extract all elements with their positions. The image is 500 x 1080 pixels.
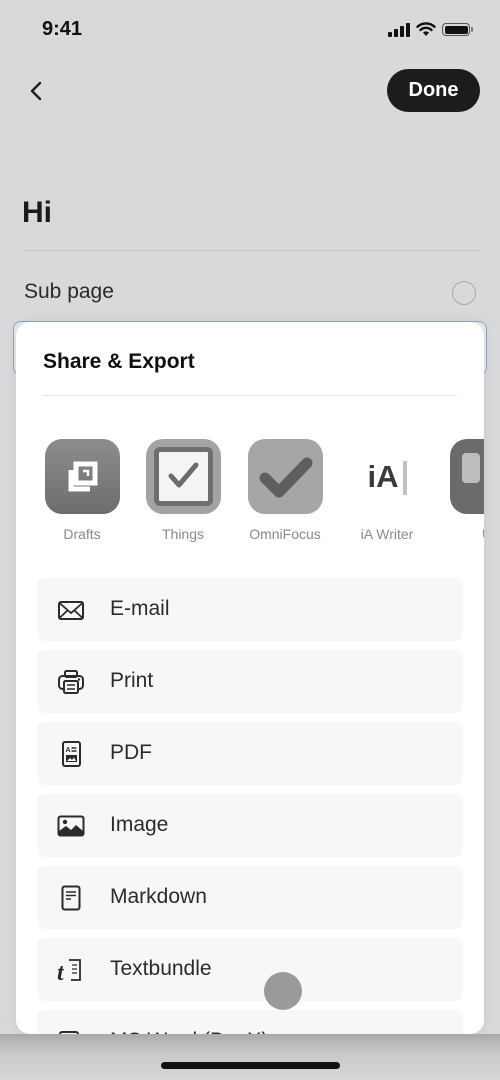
svg-text:A: A [66,747,71,754]
export-markdown[interactable]: Markdown [37,866,463,929]
home-indicator[interactable] [161,1062,340,1069]
export-docx[interactable]: MS Word (DocX) [37,1010,463,1034]
app-label: iA Writer [360,526,414,542]
title-divider [22,250,480,251]
page-title[interactable]: Hi [22,196,52,230]
image-icon [57,815,85,837]
share-app-omnifocus[interactable]: OmniFocus [240,439,330,542]
subpage-row[interactable]: Sub page [24,272,480,312]
drafts-app-icon [44,439,120,514]
pdf-document-icon: A [62,741,81,767]
printer-icon [58,670,84,694]
share-app-ulysses[interactable]: U [442,439,484,542]
export-label: Textbundle [110,957,212,980]
export-options-list: E-mail Print A PDF Image Markdown t Text… [37,578,463,1034]
chevron-left-icon [30,81,42,101]
battery-icon [442,23,473,36]
sheet-divider [43,395,457,396]
export-label: Image [110,813,169,836]
export-print[interactable]: Print [37,650,463,713]
omnifocus-app-icon [247,439,323,514]
bottom-background [0,1034,500,1080]
markdown-document-icon [61,885,81,911]
back-button[interactable] [22,76,52,106]
touch-indicator [264,972,302,1010]
share-export-sheet: Share & Export Drafts Things OmniFocus i… [16,322,484,1034]
done-button[interactable]: Done [387,69,480,112]
ia-writer-app-icon: iA [349,439,425,514]
export-image[interactable]: Image [37,794,463,857]
sheet-title: Share & Export [43,350,195,373]
export-email[interactable]: E-mail [37,578,463,641]
svg-text:t: t [57,960,65,984]
navigation-bar: Done [0,68,500,112]
share-app-things[interactable]: Things [138,439,228,542]
app-label: Things [161,526,205,542]
share-app-drafts[interactable]: Drafts [37,439,127,542]
status-icons [388,22,473,37]
export-label: E-mail [110,597,170,620]
export-label: Print [110,669,154,692]
ulysses-app-icon [449,439,484,514]
textbundle-icon: t [57,959,81,984]
app-label: U [442,526,484,542]
status-time: 9:41 [42,18,83,40]
export-label: PDF [110,741,152,764]
share-apps-row[interactable]: Drafts Things OmniFocus iA iA Writer [16,439,484,549]
app-label: OmniFocus [249,526,321,542]
export-pdf[interactable]: A PDF [37,722,463,785]
subpage-checkbox[interactable] [452,281,476,305]
subpage-label: Sub page [24,280,114,303]
things-app-icon [145,439,221,514]
export-label: Markdown [110,885,207,908]
status-bar: 9:41 [0,0,500,60]
cellular-signal-icon [388,22,410,37]
app-label: Drafts [63,526,101,542]
envelope-icon [58,601,84,620]
share-app-ia-writer[interactable]: iA iA Writer [342,439,432,542]
export-textbundle[interactable]: t Textbundle [37,938,463,1001]
wifi-icon [416,22,436,36]
